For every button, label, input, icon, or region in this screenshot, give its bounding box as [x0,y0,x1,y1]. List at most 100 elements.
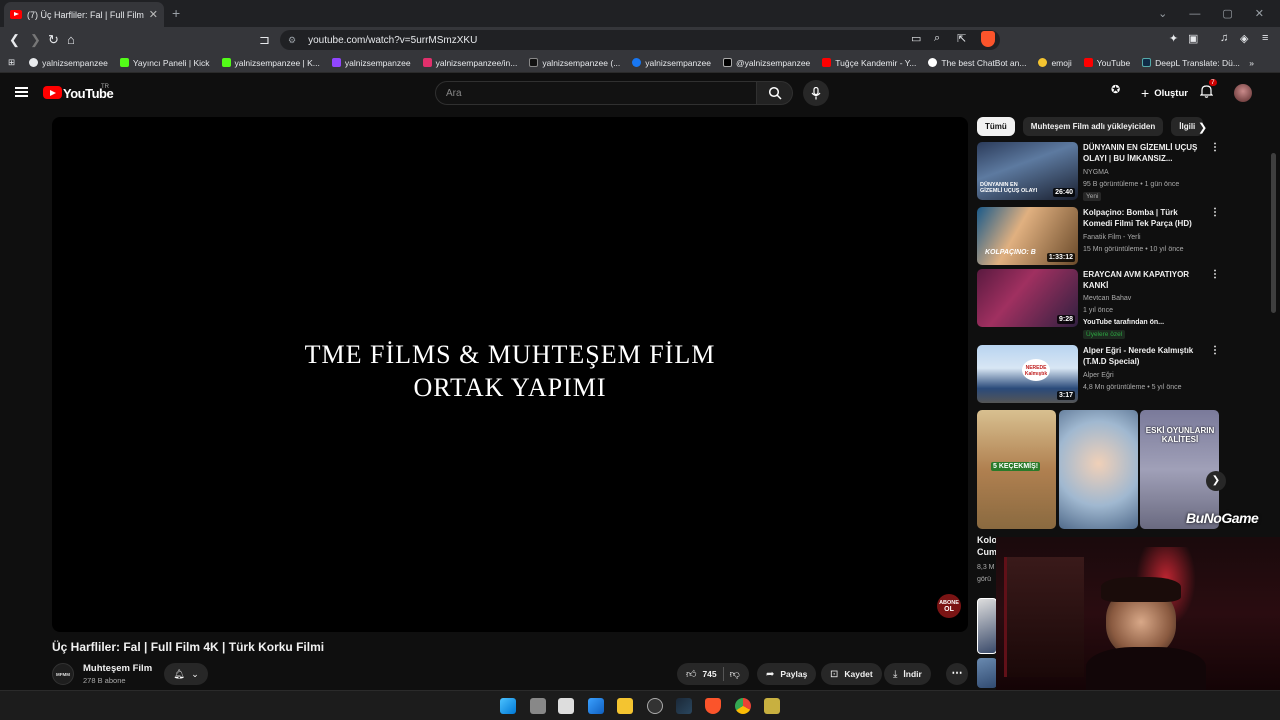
recommendation-item[interactable]: 9:28 ERAYCAN AVM KAPATIYOR KANKİ Mevtcan… [977,269,1220,341]
reload-icon[interactable]: ↻ [48,32,59,48]
browser-tab-strip: (7) Üç Harfliler: Fal | Full Film 4K ✕ +… [0,0,1280,27]
chrome-icon[interactable] [735,698,751,714]
partial-thumbnail[interactable] [977,658,997,688]
share-page-icon[interactable]: ⇱ [957,32,966,45]
bookmark-item[interactable]: The best ChatBot an... [928,58,1026,68]
extensions-icon[interactable]: ✦ [1169,32,1178,45]
new-tab-button[interactable]: + [172,5,180,21]
search-input[interactable]: Ara [435,81,757,105]
partial-thumbnail[interactable] [977,598,997,654]
kebab-menu-icon[interactable]: ⋮ [1210,345,1220,356]
sidebar-icon[interactable]: ▣ [1188,32,1198,45]
notepad-icon[interactable] [558,698,574,714]
kebab-menu-icon[interactable]: ⋮ [1210,269,1220,280]
subscribe-watermark[interactable]: ABONE OL [937,594,961,618]
menu-icon[interactable] [15,87,28,97]
voice-search-button[interactable] [803,80,829,106]
thumbs-up-icon[interactable]: 👍︎ [686,668,696,680]
vpn-shield-icon[interactable]: ◈ [1240,32,1248,45]
bookmark-item[interactable]: DeepL Translate: Dü... [1142,58,1240,68]
page-scrollbar[interactable] [1271,153,1276,313]
browser-tab-active[interactable]: (7) Üç Harfliler: Fal | Full Film 4K ✕ [4,2,164,27]
kebab-menu-icon[interactable]: ⋮ [1210,142,1220,153]
minimize-icon[interactable]: — [1189,8,1200,20]
video-thumbnail[interactable]: 9:28 [977,269,1078,327]
notifications-button[interactable]: 7 [1199,79,1217,103]
subscription-bell-button[interactable]: 🔔︎ ⌄ [164,663,208,685]
bookmark-item[interactable]: @yalnizsempanzee [722,58,810,68]
url-field[interactable]: ⚙ youtube.com/watch?v=5urrMSmzXKU [280,30,1000,50]
bookmark-item[interactable]: Tuğçe Kandemir - Y... [822,58,916,68]
youtube-logo-icon[interactable] [43,86,62,99]
bookmark-item[interactable]: yalnizsempanzee/in... [422,58,517,68]
download-button[interactable]: ⤓ İndir [884,663,931,685]
chip-from-uploader[interactable]: Muhteşem Film adlı yükleyiciden [1022,117,1164,136]
like-dislike-group: 👍︎ 745 👎︎ [677,663,749,685]
short-thumbnail[interactable] [1059,410,1138,529]
bookmark-item[interactable]: yalnizsempanzee [29,58,108,68]
store-icon[interactable] [588,698,604,714]
zoom-icon[interactable]: ⌕ [934,32,940,45]
window-close-icon[interactable]: ✕ [1255,7,1264,20]
bookmark-item[interactable]: yalnizsempanzee [331,58,411,68]
cast-icon[interactable]: ▭ [911,32,921,45]
home-icon[interactable]: ⌂ [67,32,75,47]
save-button[interactable]: ⊡ Kaydet [821,663,882,685]
channel-avatar[interactable]: MFMM [52,663,74,685]
recommendation-item[interactable]: KOLPAÇINO: B 1:33:12 Kolpaçino: Bomba | … [977,207,1220,267]
chip-all[interactable]: Tümü [977,117,1015,136]
video-player[interactable]: TME FİLMS & MUHTEŞEM FİLM ORTAK YAPIMI A… [52,117,968,632]
recommendation-channel[interactable]: NYGMA [1083,169,1109,176]
browser-menu-icon[interactable]: ≡ [1262,32,1268,44]
chevron-right-icon[interactable]: ❯ [1198,121,1207,134]
recommendation-channel[interactable]: Alper Eğri [1083,372,1114,379]
task-view-icon[interactable] [530,698,546,714]
file-explorer-icon[interactable] [617,698,633,714]
shorts-next-icon[interactable]: ❯ [1206,471,1226,491]
bookmark-item[interactable]: yalnizsempanzee | K... [221,58,320,68]
bookmark-item[interactable]: Yayıncı Paneli | Kick [119,58,210,68]
recommendation-channel[interactable]: Mevtcan Bahav [1083,295,1131,302]
channel-name[interactable]: Muhteşem Film [83,663,152,674]
forward-icon[interactable]: ❯ [30,32,41,48]
more-actions-icon[interactable]: ⋯ [946,663,968,685]
brave-shields-icon[interactable] [981,31,995,47]
thumbnail-text: NEREDE Kalmıştık [1022,359,1050,381]
recommendation-item[interactable]: DÜNYANIN EN GİZEMLİ UÇUŞ OLAYI 26:40 DÜN… [977,142,1220,202]
video-thumbnail[interactable]: DÜNYANIN EN GİZEMLİ UÇUŞ OLAYI 26:40 [977,142,1078,200]
video-thumbnail[interactable]: NEREDE Kalmıştık 3:17 [977,345,1078,403]
site-info-icon[interactable]: ⚙ [288,35,296,46]
account-avatar[interactable] [1234,84,1252,102]
back-icon[interactable]: ❮ [9,32,20,48]
short-thumbnail[interactable]: 5 KEÇEKMİŞ! [977,410,1056,529]
more-bookmarks-icon[interactable]: » [1249,58,1254,68]
short-title-line2: Cum [977,547,997,557]
share-button[interactable]: ➦ Paylaş [757,663,817,685]
search-button[interactable] [757,81,793,105]
tab-search-icon[interactable]: ⌄ [1158,7,1167,20]
brave-icon[interactable] [705,698,721,714]
maximize-icon[interactable]: ▢ [1222,7,1232,20]
bookmark-item[interactable]: YouTube [1083,58,1130,68]
video-thumbnail[interactable]: KOLPAÇINO: B 1:33:12 [977,207,1078,265]
apps-grid-icon[interactable]: ⊞ [8,57,15,68]
bookmark-item[interactable]: yalnizsempanzee [632,58,711,68]
media-icon[interactable]: ♫ [1220,32,1228,44]
start-menu-icon[interactable] [500,698,516,714]
studio-icon[interactable]: ✪ [1111,83,1120,96]
media-player-icon[interactable] [764,698,780,714]
kebab-menu-icon[interactable]: ⋮ [1210,207,1220,218]
bookmark-item[interactable]: emoji [1038,58,1072,68]
like-count[interactable]: 745 [702,669,716,679]
bookmark-icon[interactable]: ⊐ [259,32,270,48]
tab-close-icon[interactable]: ✕ [149,8,158,21]
create-button[interactable]: + Oluştur [1133,81,1196,105]
thumbs-down-icon[interactable]: 👎︎ [730,668,740,680]
bookmark-item[interactable]: yalnizsempanzee (... [529,58,620,68]
download-icon: ⤓ [893,668,898,680]
steam-icon[interactable] [676,698,692,714]
recommendation-channel[interactable]: Fanatik Film - Yerli [1083,234,1141,241]
recommendation-title: Alper Eğri - Nerede Kalmıştık (T.M.D Spe… [1083,346,1194,366]
recommendation-item[interactable]: NEREDE Kalmıştık 3:17 Alper Eğri - Nered… [977,345,1220,405]
obs-icon[interactable] [647,698,663,714]
